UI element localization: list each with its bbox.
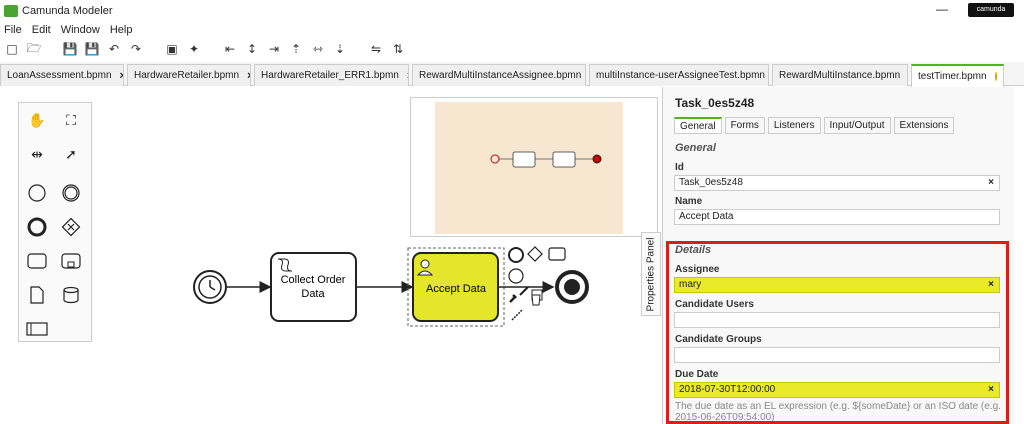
user-task-accept-data[interactable]: Accept Data [407,247,505,327]
id-field[interactable]: Task_0es5z48 × [674,175,1000,191]
connect-tool-icon[interactable]: ➚ [59,143,83,167]
subprocess-icon[interactable] [59,249,83,273]
close-icon[interactable]: × [247,70,250,82]
save-as-icon[interactable]: 💾 [84,41,100,57]
toolbar: □ 🗁 💾 💾 ↶ ↷ ▣ ✦ ⇤ ↕ ⇥ ⇡ ⇿ ⇣ ⇋ ⇅ [0,38,1024,60]
tab-test-timer[interactable]: testTimer.bpmn [911,64,1004,87]
timer-start-event[interactable] [193,270,227,304]
app-logo-icon [4,5,18,17]
distribute-vertical-icon[interactable]: ⇅ [390,41,406,57]
svg-text:Data: Data [301,288,325,300]
space-tool-icon[interactable]: ⇹ [25,143,49,167]
tab-label: RewardMultiInstance.bpmn [779,70,901,81]
align-right-icon[interactable]: ⇥ [266,41,282,57]
script-task-collect-order-data[interactable]: Collect Order Data [270,252,357,322]
task-icon[interactable] [25,249,49,273]
tab-reward-multi-instance-assignee[interactable]: RewardMultiInstanceAssignee.bpmn × [412,64,586,86]
undo-icon[interactable]: ↶ [106,41,122,57]
end-event-icon[interactable] [25,215,49,239]
new-file-icon[interactable]: □ [4,41,20,57]
tab-input-output[interactable]: Input/Output [823,117,891,134]
properties-panel-toggle[interactable]: Properties Panel [641,232,661,316]
color-picker-icon[interactable]: ✦ [186,41,202,57]
app-title: Camunda Modeler [22,5,113,17]
minimap[interactable] [410,97,658,237]
unsaved-indicator-icon [994,72,997,81]
close-icon[interactable]: × [120,70,123,82]
highlight-annotation-box [666,241,1009,424]
gateway-icon[interactable] [59,215,83,239]
id-label: Id [675,162,684,173]
tab-label: RewardMultiInstanceAssignee.bpmn [419,70,582,81]
properties-panel-label: Properties Panel [645,237,657,311]
end-event[interactable] [555,270,589,304]
name-label: Name [675,196,703,207]
align-left-icon[interactable]: ⇤ [222,41,238,57]
tab-label: multiInstance-userAssigneeTest.bpmn [596,70,765,81]
task1-label: Collect Order [281,274,346,286]
tab-label: LoanAssessment.bpmn [7,70,112,81]
tab-extensions[interactable]: Extensions [893,117,955,134]
panel-title: Task_0es5z48 [675,96,755,110]
title-bar: Camunda Modeler — camunda [0,0,1024,22]
clear-icon[interactable]: × [988,176,994,190]
minimap-viewport[interactable] [435,102,623,234]
svg-text:Accept Data: Accept Data [426,283,487,295]
file-tab-bar: LoanAssessment.bpmn × HardwareRetailer.b… [0,62,1024,87]
lasso-tool-icon[interactable]: ⛶ [59,109,83,133]
tab-loan-assessment[interactable]: LoanAssessment.bpmn × [0,64,124,86]
tab-general[interactable]: General [674,117,722,134]
name-field[interactable]: Accept Data [674,209,1000,225]
name-value: Accept Data [679,211,734,222]
menu-help[interactable]: Help [110,24,133,36]
tab-reward-multi-instance[interactable]: RewardMultiInstance.bpmn × [772,64,908,86]
data-store-icon[interactable] [59,283,83,307]
data-object-icon[interactable] [25,283,49,307]
image-export-icon[interactable]: ▣ [164,41,180,57]
tab-multi-instance-user-assignee[interactable]: multiInstance-userAssigneeTest.bpmn × [589,64,769,86]
menu-window[interactable]: Window [61,24,100,36]
distribute-horizontal-icon[interactable]: ⇋ [368,41,384,57]
start-event-icon[interactable] [25,181,49,205]
align-bottom-icon[interactable]: ⇣ [332,41,348,57]
hand-tool-icon[interactable]: ✋ [25,109,49,133]
menu-file[interactable]: File [4,24,22,36]
intermediate-event-icon[interactable] [59,181,83,205]
align-top-icon[interactable]: ⇡ [288,41,304,57]
general-section-title: General [675,142,716,154]
tab-hardware-retailer-err1[interactable]: HardwareRetailer_ERR1.bpmn × [254,64,409,86]
tab-listeners[interactable]: Listeners [767,117,821,134]
tab-label: HardwareRetailer.bpmn [134,70,240,81]
tab-hardware-retailer[interactable]: HardwareRetailer.bpmn × [127,64,251,86]
menu-bar: File Edit Window Help [0,22,132,38]
open-folder-icon[interactable]: 🗁 [26,41,42,57]
align-center-icon[interactable]: ↕ [244,41,260,57]
id-value: Task_0es5z48 [679,177,743,188]
save-icon[interactable]: 💾 [62,41,78,57]
brand-logo: camunda [968,3,1014,17]
align-middle-icon[interactable]: ⇿ [310,41,326,57]
menu-edit[interactable]: Edit [32,24,51,36]
redo-icon[interactable]: ↷ [128,41,144,57]
panel-tabs: General Forms Listeners Input/Output Ext… [674,117,955,134]
minimize-button[interactable]: — [936,2,948,16]
tab-label: HardwareRetailer_ERR1.bpmn [261,70,399,81]
pool-icon[interactable] [25,317,49,341]
tab-forms[interactable]: Forms [724,117,765,134]
tool-palette: ✋ ⛶ ⇹ ➚ [18,102,92,342]
tab-label: testTimer.bpmn [918,71,987,82]
close-icon[interactable]: × [407,70,408,82]
